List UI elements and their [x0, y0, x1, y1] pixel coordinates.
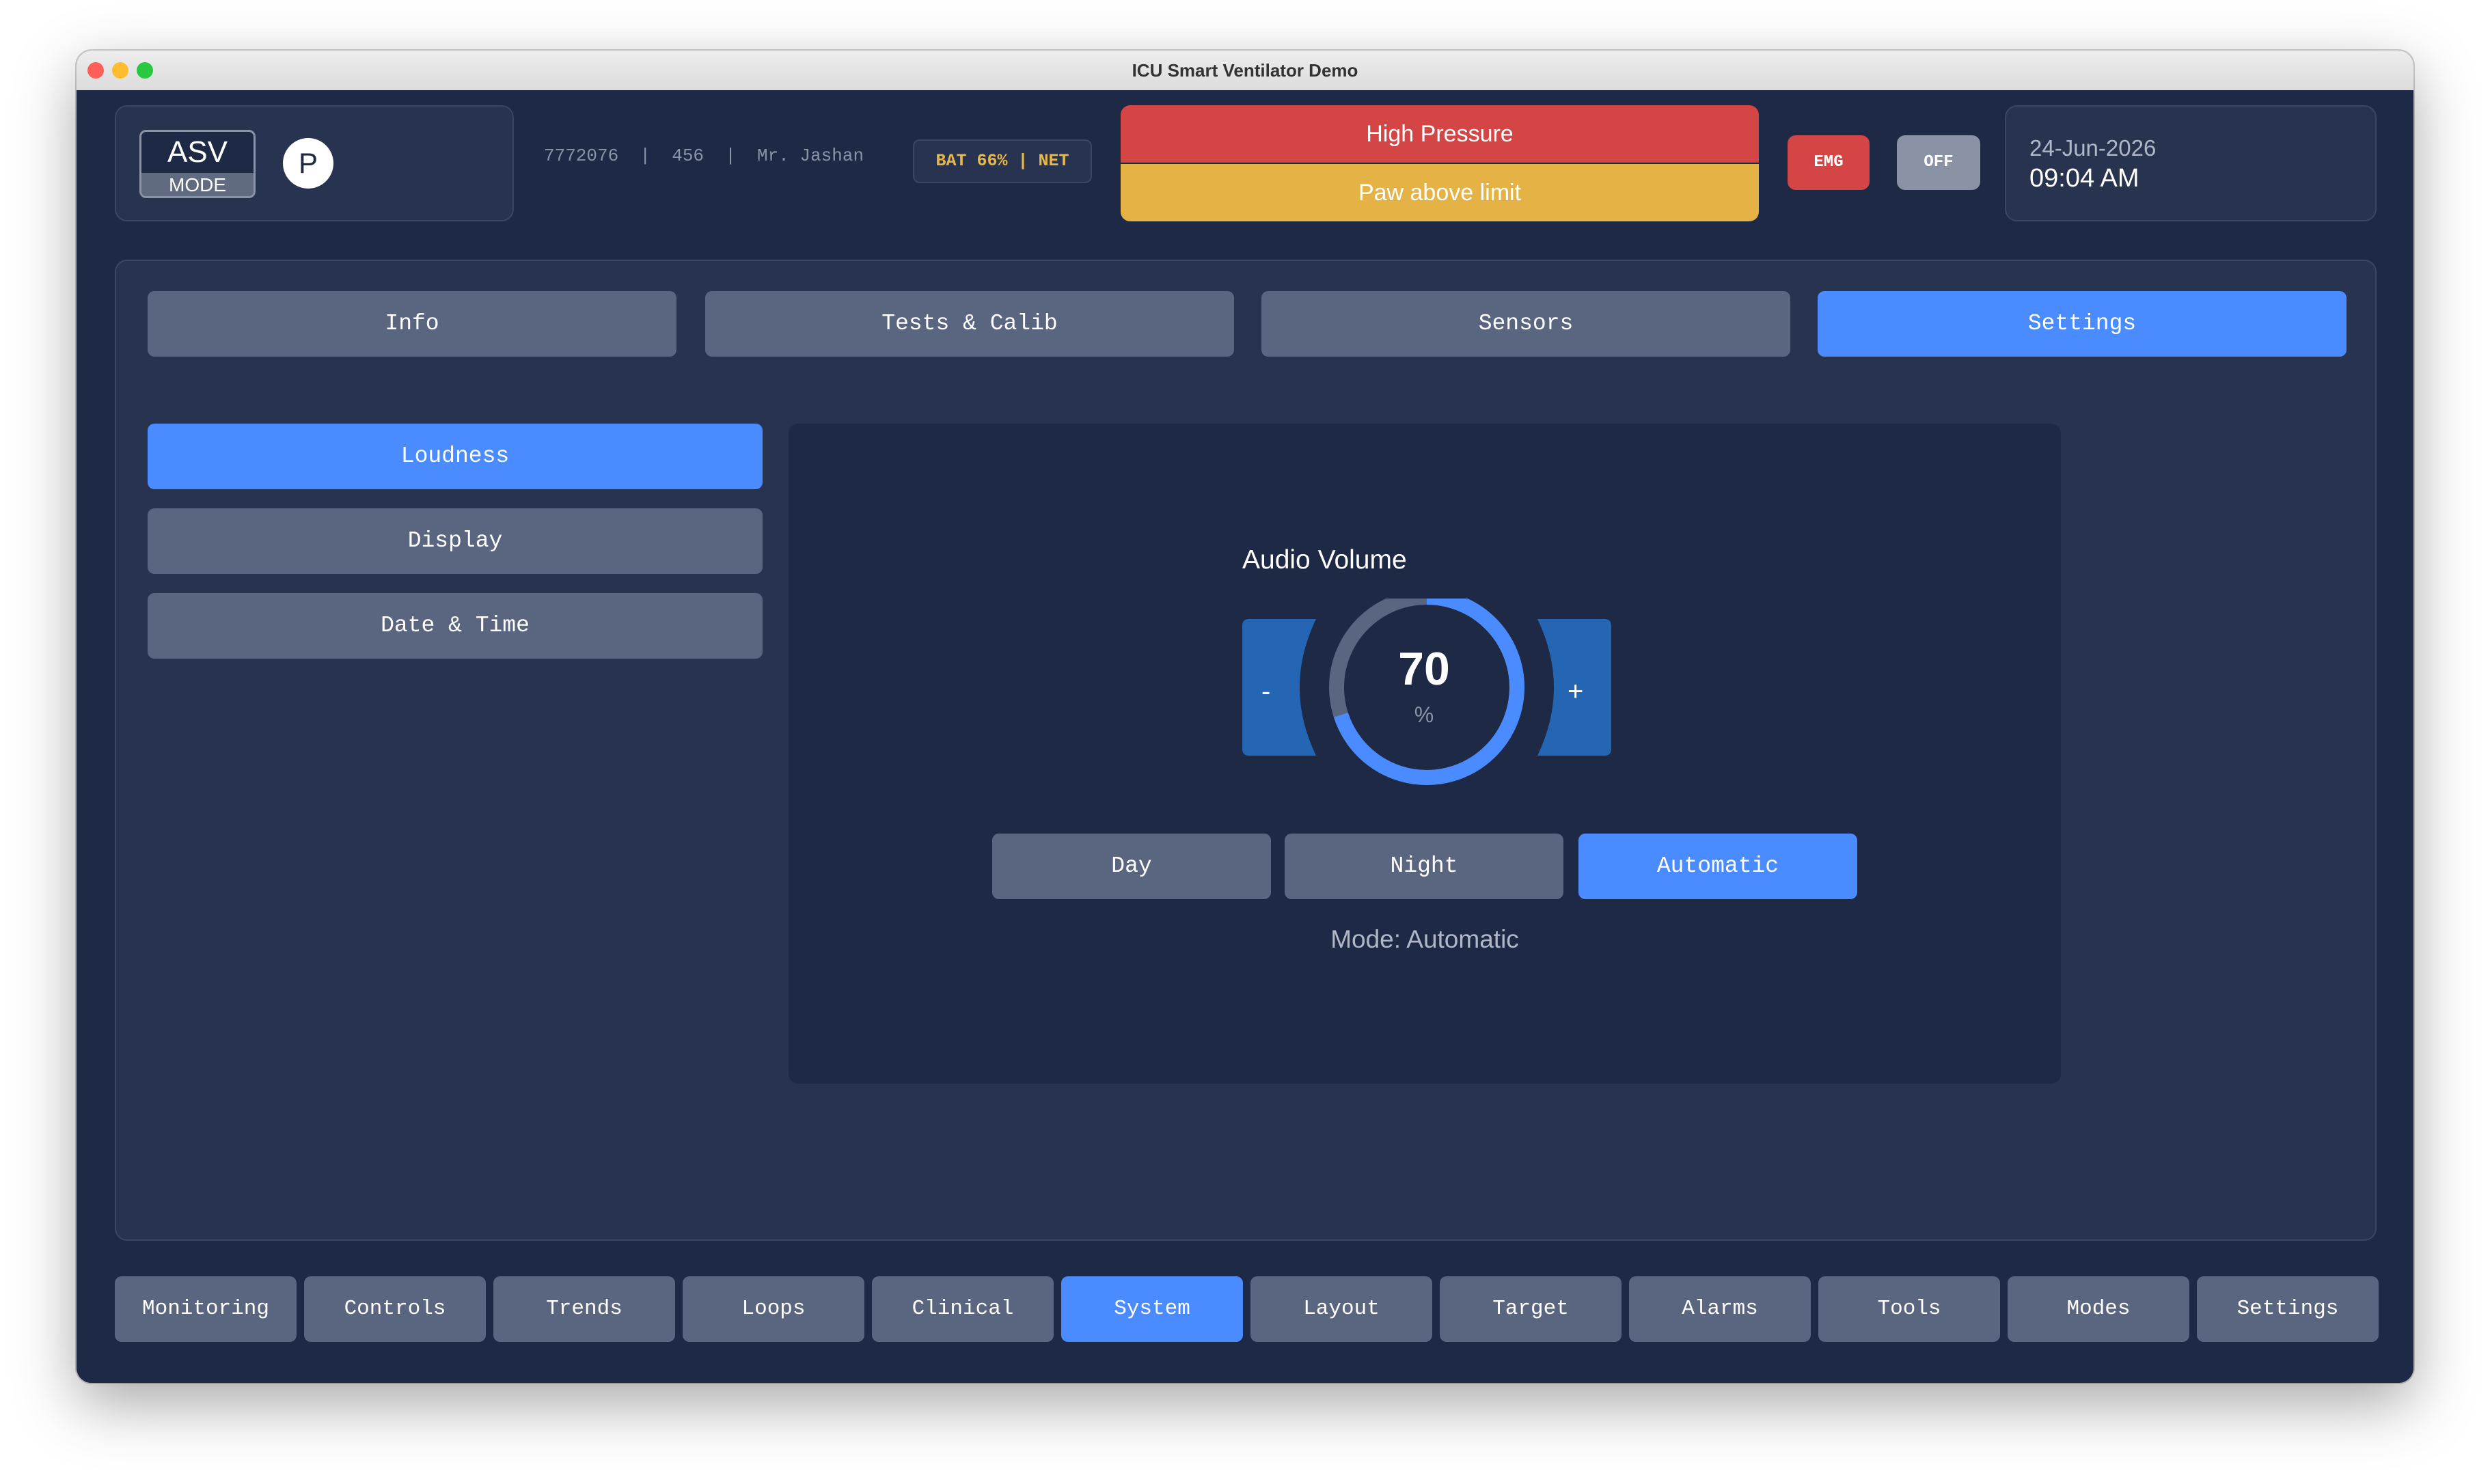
ventilator-app: ASV MODE P 7772076 | 456 | Mr. Jashan BA…: [77, 90, 2413, 1383]
tab-tests-calib[interactable]: Tests & Calib: [705, 291, 1234, 357]
nav-loops[interactable]: Loops: [683, 1276, 864, 1342]
alarm-paw-limit[interactable]: Paw above limit: [1121, 164, 1759, 221]
nav-controls[interactable]: Controls: [304, 1276, 486, 1342]
datetime-panel: 24-Jun-2026 09:04 AM: [2005, 105, 2377, 221]
off-button[interactable]: OFF: [1897, 135, 1980, 190]
nav-monitoring[interactable]: Monitoring: [115, 1276, 297, 1342]
side-item-date-time[interactable]: Date & Time: [148, 593, 763, 659]
tab-settings[interactable]: Settings: [1818, 291, 2347, 357]
mode-label: MODE: [141, 173, 254, 196]
volume-decrease-button[interactable]: -: [1242, 629, 1316, 765]
side-item-display[interactable]: Display: [148, 508, 763, 574]
volume-value: 70: [1398, 643, 1450, 695]
nav-clinical[interactable]: Clinical: [872, 1276, 1054, 1342]
nav-layout[interactable]: Layout: [1250, 1276, 1432, 1342]
minus-icon: -: [1261, 676, 1271, 706]
mode-panel: ASV MODE P: [115, 105, 514, 221]
time-display: 09:04 AM: [2029, 164, 2139, 193]
mode-badge: P: [283, 138, 333, 189]
mode-automatic-button[interactable]: Automatic: [1578, 834, 1857, 899]
mode-status-text: Mode: Automatic: [1330, 925, 1519, 953]
plus-icon: +: [1568, 676, 1584, 706]
tab-info[interactable]: Info: [148, 291, 676, 357]
main-panel: Info Tests & Calib Sensors Settings Loud…: [115, 260, 2377, 1241]
nav-modes[interactable]: Modes: [2008, 1276, 2189, 1342]
mode-indicator[interactable]: ASV MODE: [139, 130, 256, 198]
audio-volume-title: Audio Volume: [1242, 545, 1407, 575]
volume-unit: %: [1414, 702, 1434, 727]
alarm-high-pressure[interactable]: High Pressure: [1121, 105, 1759, 163]
title-bar: ICU Smart Ventilator Demo: [77, 51, 2413, 92]
mode-day-button[interactable]: Day: [992, 834, 1271, 899]
window-title: ICU Smart Ventilator Demo: [1132, 60, 1358, 81]
nav-tools[interactable]: Tools: [1818, 1276, 2000, 1342]
nav-target[interactable]: Target: [1440, 1276, 1622, 1342]
patient-info: 7772076 | 456 | Mr. Jashan: [544, 146, 864, 166]
tab-sensors[interactable]: Sensors: [1261, 291, 1790, 357]
loudness-panel: Audio Volume - + 70 % Day Night Automati…: [789, 424, 2061, 1084]
nav-settings[interactable]: Settings: [2197, 1276, 2379, 1342]
mode-night-button[interactable]: Night: [1285, 834, 1563, 899]
mode-name: ASV: [167, 135, 228, 169]
nav-system[interactable]: System: [1061, 1276, 1243, 1342]
date-display: 24-Jun-2026: [2029, 135, 2157, 161]
volume-increase-button[interactable]: +: [1533, 629, 1607, 765]
emg-button[interactable]: EMG: [1788, 135, 1870, 190]
app-window: ICU Smart Ventilator Demo ASV MODE P 777…: [77, 51, 2413, 1383]
nav-trends[interactable]: Trends: [493, 1276, 675, 1342]
battery-network-status: BAT 66% | NET: [913, 139, 1092, 183]
nav-alarms[interactable]: Alarms: [1629, 1276, 1811, 1342]
side-item-loudness[interactable]: Loudness: [148, 424, 763, 489]
